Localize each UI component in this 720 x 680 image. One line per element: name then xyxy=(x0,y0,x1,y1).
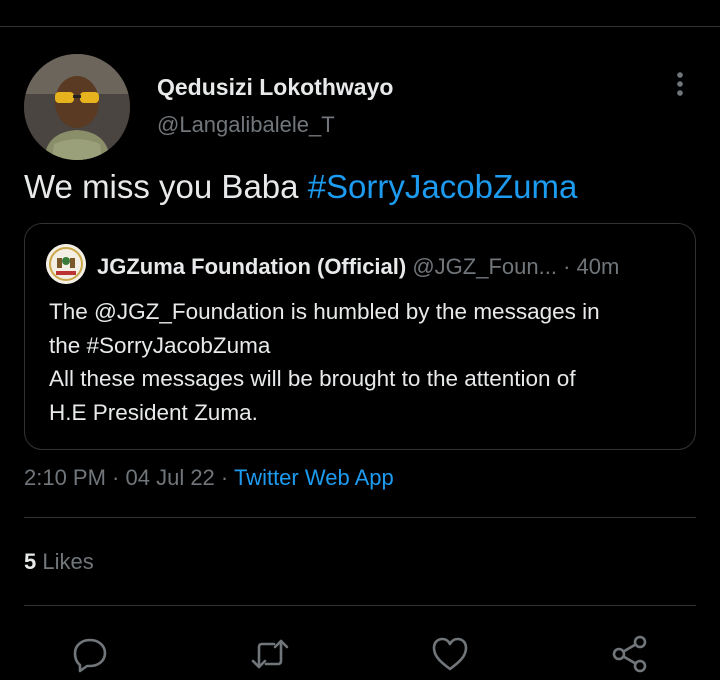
quoted-time[interactable]: 40m xyxy=(577,254,620,279)
tweet-text: We miss you Baba #SorryJacobZuma xyxy=(24,168,577,206)
tweet-text-body: We miss you Baba xyxy=(24,168,308,205)
tweet-date[interactable]: 04 Jul 22 xyxy=(126,465,215,490)
meta-separator: · xyxy=(214,465,234,490)
quoted-author-handle[interactable]: @JGZ_Foun... xyxy=(412,254,557,279)
quoted-line: The @JGZ_Foundation is humbled by the me… xyxy=(49,299,600,324)
likes-stat[interactable]: 5 Likes xyxy=(24,549,94,575)
quoted-line: H.E President Zuma. xyxy=(49,399,258,425)
divider xyxy=(24,605,696,606)
tweet-meta: 2:10 PM · 04 Jul 22 · Twitter Web App xyxy=(24,465,394,491)
more-options-icon[interactable] xyxy=(670,70,690,100)
quoted-author-avatar xyxy=(46,244,86,284)
meta-separator: · xyxy=(105,465,126,490)
share-icon xyxy=(612,635,647,673)
reply-icon xyxy=(73,638,107,673)
top-divider xyxy=(0,26,720,27)
quoted-tweet-body: The @JGZ_Foundation is humbled by the me… xyxy=(49,295,669,429)
quoted-line: All these messages will be brought to th… xyxy=(49,366,576,391)
likes-count: 5 xyxy=(24,549,37,574)
author-name[interactable]: Qedusizi Lokothwayo xyxy=(157,74,393,101)
tweet-hashtag[interactable]: #SorryJacobZuma xyxy=(308,168,578,205)
retweet-button[interactable] xyxy=(250,634,290,674)
tweet-source-link[interactable]: Twitter Web App xyxy=(234,465,394,490)
divider xyxy=(24,517,696,518)
like-icon xyxy=(432,637,468,671)
author-handle[interactable]: @Langalibalele_T xyxy=(157,112,335,138)
likes-label: Likes xyxy=(36,549,94,574)
avatar-image xyxy=(24,54,130,160)
tweet-time[interactable]: 2:10 PM xyxy=(24,465,106,490)
quoted-separator: · xyxy=(556,254,577,279)
author-avatar[interactable] xyxy=(24,54,130,160)
quoted-tweet-header: JGZuma Foundation (Official) @JGZ_Foun..… xyxy=(97,254,619,280)
quoted-author-name[interactable]: JGZuma Foundation (Official) xyxy=(97,254,406,279)
like-button[interactable] xyxy=(430,634,470,674)
retweet-icon xyxy=(251,639,289,669)
foundation-logo-icon xyxy=(46,244,86,284)
share-button[interactable] xyxy=(610,634,650,674)
reply-button[interactable] xyxy=(70,634,110,674)
quoted-tweet-card[interactable]: JGZuma Foundation (Official) @JGZ_Foun..… xyxy=(24,223,696,450)
quoted-line: the #SorryJacobZuma xyxy=(49,332,271,358)
